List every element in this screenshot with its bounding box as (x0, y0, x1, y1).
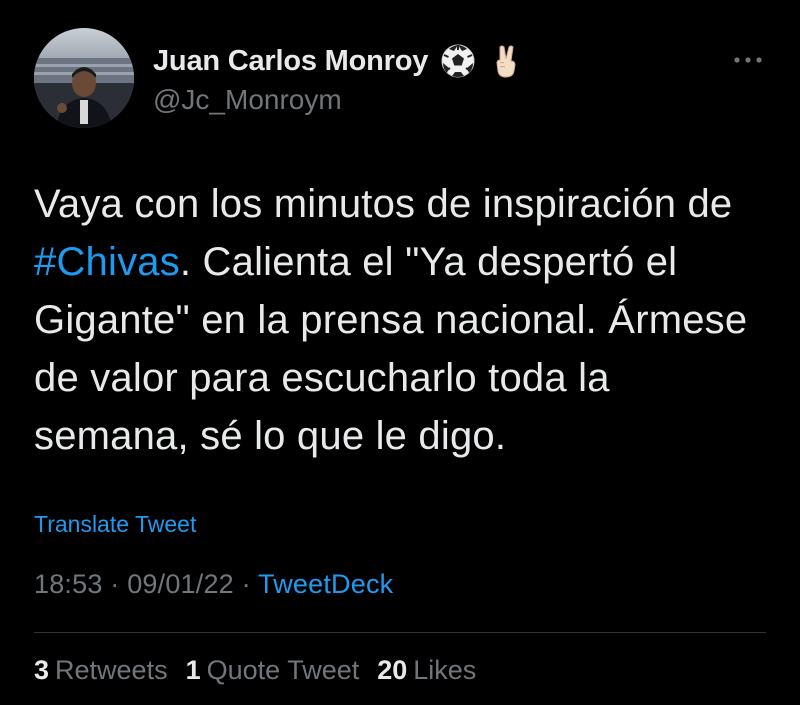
quote-tweets-stat[interactable]: 1 Quote Tweet (186, 655, 360, 686)
likes-stat[interactable]: 20 Likes (377, 655, 476, 686)
more-options-button[interactable] (730, 48, 766, 72)
tweet-header: Juan Carlos Monroy @Jc_Monroym (34, 28, 774, 128)
display-name-row: Juan Carlos Monroy (153, 42, 524, 80)
tweet-time[interactable]: 18:53 (34, 569, 103, 599)
quote-tweets-label: Quote Tweet (206, 655, 360, 685)
meta-separator: · (241, 569, 251, 599)
retweets-label: Retweets (55, 655, 168, 685)
user-handle[interactable]: @Jc_Monroym (153, 84, 524, 116)
divider (34, 632, 766, 633)
likes-label: Likes (413, 655, 477, 685)
tweet-text-part-1: Vaya con los minutos de inspiración de (34, 182, 733, 226)
likes-count: 20 (377, 655, 408, 685)
avatar[interactable] (34, 28, 134, 128)
tweet-date[interactable]: 09/01/22 (127, 569, 234, 599)
victory-hand-icon (488, 43, 524, 79)
meta-separator: · (110, 569, 120, 599)
user-names: Juan Carlos Monroy @Jc_Monroym (153, 42, 524, 116)
tweet-text: Vaya con los minutos de inspiración de #… (34, 175, 774, 465)
tweet-source-link[interactable]: TweetDeck (258, 569, 393, 599)
more-icon (734, 57, 762, 63)
engagement-stats: 3 Retweets 1 Quote Tweet 20 Likes (34, 655, 476, 686)
display-name[interactable]: Juan Carlos Monroy (153, 45, 428, 78)
quote-tweets-count: 1 (185, 655, 201, 685)
hashtag-link[interactable]: #Chivas (34, 240, 180, 284)
soccer-ball-icon (440, 43, 476, 79)
translate-tweet-link[interactable]: Translate Tweet (34, 511, 196, 538)
retweets-count: 3 (34, 655, 50, 685)
retweets-stat[interactable]: 3 Retweets (34, 655, 168, 686)
tweet: Juan Carlos Monroy @Jc_Monroym Vaya con … (0, 0, 800, 705)
tweet-meta: 18:53 · 09/01/22 · TweetDeck (34, 569, 393, 600)
